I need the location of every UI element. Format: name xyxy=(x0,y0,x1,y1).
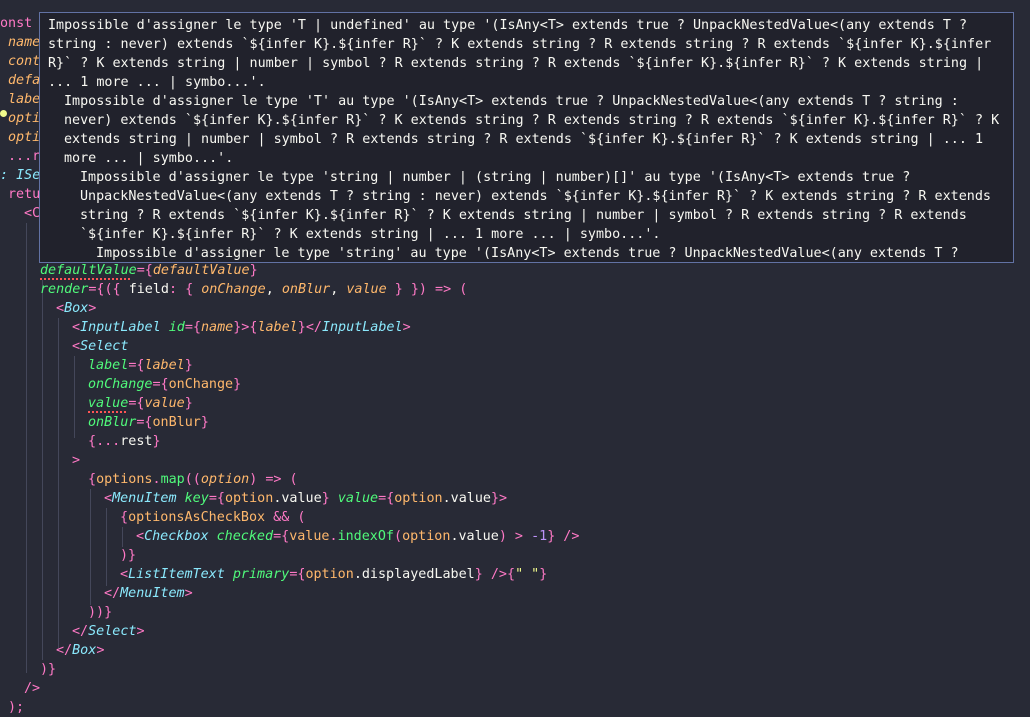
code-line: )} xyxy=(40,662,57,677)
code-line: ); xyxy=(8,700,25,715)
code-line: {...rest} xyxy=(88,434,161,449)
indent-guide xyxy=(106,508,107,586)
code-fragment: opti xyxy=(8,130,41,145)
code-line: </Box> xyxy=(56,643,105,658)
code-fragment: opti xyxy=(8,111,41,126)
code-line: <Checkbox checked={value.indexOf(option.… xyxy=(136,529,580,544)
code-line: <ListItemText primary={option.displayedL… xyxy=(120,567,548,582)
code-fragment: labe xyxy=(8,92,41,107)
code-fragment: <C xyxy=(24,206,41,221)
indent-guide xyxy=(26,223,27,673)
code-fragment: ...r xyxy=(8,149,41,164)
code-fragment: onst xyxy=(0,16,33,31)
code-line: </MenuItem> xyxy=(104,586,193,601)
tooltip-message: Impossible d'assigner le type 'string' a… xyxy=(96,246,959,261)
code-fragment: defa xyxy=(8,73,41,88)
indent-guide xyxy=(74,356,75,438)
indent-guide xyxy=(90,489,91,605)
code-fragment: retu xyxy=(8,187,41,202)
code-line: </Select> xyxy=(72,624,145,639)
tooltip-message: Impossible d'assigner le type 'T' au typ… xyxy=(64,94,1000,166)
code-line: )} xyxy=(120,548,137,563)
code-editor[interactable]: onst name cont defa labe opti opti ...r … xyxy=(0,0,1030,715)
code-fragment: : ISe xyxy=(0,168,41,183)
code-line: onBlur={onBlur} xyxy=(88,415,209,430)
code-line: <Box> xyxy=(56,301,97,316)
code-line: > xyxy=(72,453,81,468)
code-fragment: cont xyxy=(8,54,41,69)
indent-guide xyxy=(58,318,59,648)
code-line: <Select xyxy=(72,339,129,354)
indent-guide xyxy=(42,280,43,660)
code-line: /> xyxy=(24,681,41,696)
code-fragment: name xyxy=(8,35,41,50)
warning-lightbulb-icon[interactable] xyxy=(0,110,7,117)
code-line: onChange={onChange} xyxy=(88,377,242,392)
code-line: {optionsAsCheckBox && ( xyxy=(120,510,306,525)
code-line: ))} xyxy=(88,605,113,620)
code-line: <MenuItem key={option.value} value={opti… xyxy=(104,491,508,506)
tooltip-message: Impossible d'assigner le type 'T | undef… xyxy=(48,18,992,90)
code-line: {options.map((option) => ( xyxy=(88,472,298,487)
error-hover-tooltip[interactable]: Impossible d'assigner le type 'T | undef… xyxy=(39,12,1014,263)
code-line: <InputLabel id={name}>{label}</InputLabe… xyxy=(72,320,411,335)
indent-guide xyxy=(122,527,123,547)
code-line: render={({ field: { onChange, onBlur, va… xyxy=(40,282,468,297)
tooltip-message: Impossible d'assigner le type 'string | … xyxy=(80,170,991,242)
code-line: label={label} xyxy=(88,358,193,373)
